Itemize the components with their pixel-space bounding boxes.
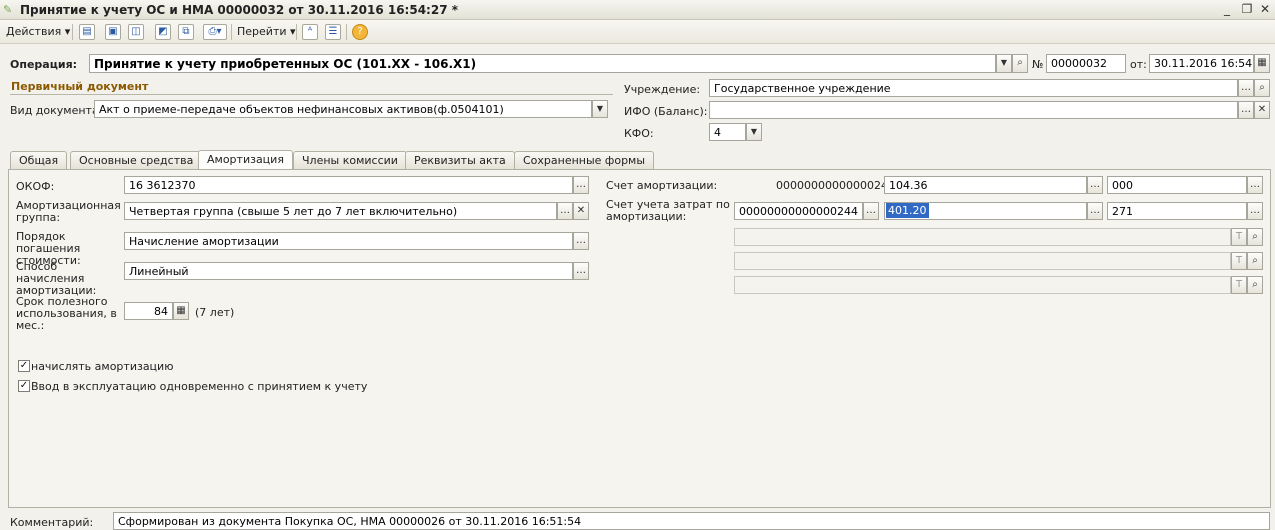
commissioning-checkbox[interactable]: ✓ bbox=[18, 380, 30, 392]
comment-label: Комментарий: bbox=[10, 516, 94, 529]
tab-depreciation[interactable]: Амортизация bbox=[198, 150, 293, 170]
cost-kosgu-field[interactable]: 271 bbox=[1107, 202, 1247, 220]
depreciation-group-label: Амортизационная группа: bbox=[16, 199, 121, 224]
toolbar-separator bbox=[231, 24, 232, 40]
tab-act-details[interactable]: Реквизиты акта bbox=[405, 151, 515, 169]
okof-field[interactable]: 16 3612370 bbox=[124, 176, 573, 194]
doc-type-field[interactable]: Акт о приеме-передаче объектов нефинансо… bbox=[94, 100, 592, 118]
tab-general[interactable]: Общая bbox=[10, 151, 68, 169]
repayment-order-select-icon[interactable]: … bbox=[573, 232, 589, 250]
useful-life-label: Срок полезного использования, в мес.: bbox=[16, 295, 117, 332]
tab-commission-members[interactable]: Члены комиссии bbox=[293, 151, 407, 169]
post-and-close-icon[interactable]: ▣ bbox=[105, 24, 121, 40]
operation-search-icon[interactable]: ⌕ bbox=[1012, 54, 1028, 73]
doc-type-label: Вид документа: bbox=[10, 104, 103, 117]
primary-document-heading: Первичный документ bbox=[11, 80, 149, 93]
institution-search-icon[interactable]: ⌕ bbox=[1254, 79, 1270, 97]
institution-field[interactable]: Государственное учреждение bbox=[709, 79, 1238, 97]
analytics-field-3 bbox=[734, 276, 1231, 294]
date-field[interactable]: 30.11.2016 16:54:27 bbox=[1149, 54, 1254, 73]
save-icon[interactable]: ◫ bbox=[128, 24, 144, 40]
method-label: Способ начисления амортизации: bbox=[16, 260, 97, 297]
number-label: № bbox=[1032, 58, 1044, 71]
window-title: Принятие к учету ОС и НМА 00000032 от 30… bbox=[20, 3, 459, 17]
help-icon[interactable]: ? bbox=[352, 24, 368, 40]
goto-menu[interactable]: Перейти ▾ bbox=[237, 25, 296, 38]
structure-icon[interactable]: ᴬ bbox=[302, 24, 318, 40]
copy-icon[interactable]: ⧉ bbox=[178, 24, 194, 40]
cost-account-value: 401.20 bbox=[886, 203, 929, 218]
kfo-dropdown-icon[interactable]: ▼ bbox=[746, 123, 762, 141]
search-icon[interactable]: ⌕ bbox=[1247, 252, 1263, 270]
method-select-icon[interactable]: … bbox=[573, 262, 589, 280]
post-icon[interactable]: ▤ bbox=[79, 24, 95, 40]
institution-label: Учреждение: bbox=[624, 83, 701, 96]
calendar-icon[interactable]: ▦ bbox=[1254, 54, 1270, 73]
method-field[interactable]: Линейный bbox=[124, 262, 573, 280]
useful-life-years: (7 лет) bbox=[195, 306, 235, 319]
analytics-field-1 bbox=[734, 228, 1231, 246]
tab-saved-forms[interactable]: Сохраненные формы bbox=[514, 151, 655, 169]
toolbar-separator bbox=[296, 24, 297, 40]
cost-code-field[interactable]: 00000000000000244 bbox=[734, 202, 863, 220]
text-mode-icon[interactable]: T bbox=[1231, 252, 1247, 270]
depreciation-group-clear-icon[interactable]: ✕ bbox=[573, 202, 589, 220]
toolbar-separator bbox=[346, 24, 347, 40]
kfo-label: КФО: bbox=[624, 127, 654, 140]
text-mode-icon[interactable]: T bbox=[1231, 228, 1247, 246]
depreciation-account-code: 00000000000000244 bbox=[776, 179, 895, 192]
tab-fixed-assets[interactable]: Основные средства bbox=[70, 151, 203, 169]
entries-icon[interactable]: ◩ bbox=[155, 24, 171, 40]
toolbar-separator bbox=[72, 24, 73, 40]
comment-field[interactable]: Сформирован из документа Покупка ОС, НМА… bbox=[113, 512, 1270, 530]
cost-kosgu-select-icon[interactable]: … bbox=[1247, 202, 1263, 220]
okof-select-icon[interactable]: … bbox=[573, 176, 589, 194]
repayment-order-field[interactable]: Начисление амортизации bbox=[124, 232, 573, 250]
ifo-select-icon[interactable]: … bbox=[1238, 101, 1254, 119]
useful-life-field[interactable]: 84 bbox=[124, 302, 173, 320]
section-divider bbox=[10, 94, 613, 95]
number-field[interactable]: 00000032 bbox=[1046, 54, 1126, 73]
depreciation-account-label: Счет амортизации: bbox=[606, 179, 718, 192]
actions-menu[interactable]: Действия ▾ bbox=[6, 25, 70, 38]
commissioning-label: Ввод в эксплуатацию одновременно с приня… bbox=[31, 380, 368, 393]
print-icon[interactable]: ⎙▾ bbox=[203, 24, 227, 40]
operation-field[interactable]: Принятие к учету приобретенных ОС (101.Х… bbox=[89, 54, 996, 73]
depreciation-group-select-icon[interactable]: … bbox=[557, 202, 573, 220]
report-icon[interactable]: ☰ bbox=[325, 24, 341, 40]
document-icon: ✎ bbox=[3, 3, 13, 16]
okof-label: ОКОФ: bbox=[16, 180, 55, 193]
analytics-field-2 bbox=[734, 252, 1231, 270]
cost-account-field[interactable]: 401.20 bbox=[884, 202, 1087, 220]
toolbar: Действия ▾ ▤ ▣ ◫ ◩ ⧉ ⎙▾ Перейти ▾ ᴬ ☰ ? bbox=[0, 20, 1275, 44]
search-icon[interactable]: ⌕ bbox=[1247, 228, 1263, 246]
operation-dropdown-icon[interactable]: ▼ bbox=[996, 54, 1012, 73]
calculator-icon[interactable]: ▦ bbox=[173, 302, 189, 320]
depreciation-group-field[interactable]: Четвертая группа (свыше 5 лет до 7 лет в… bbox=[124, 202, 557, 220]
title-bar: ✎ Принятие к учету ОС и НМА 00000032 от … bbox=[0, 0, 1275, 20]
ifo-label: ИФО (Баланс): bbox=[624, 105, 708, 118]
text-mode-icon[interactable]: T bbox=[1231, 276, 1247, 294]
operation-label: Операция: bbox=[10, 58, 78, 71]
institution-select-icon[interactable]: … bbox=[1238, 79, 1254, 97]
cost-code-select-icon[interactable]: … bbox=[863, 202, 879, 220]
depreciation-account-field[interactable]: 104.36 bbox=[884, 176, 1087, 194]
ifo-clear-icon[interactable]: ✕ bbox=[1254, 101, 1270, 119]
search-icon[interactable]: ⌕ bbox=[1247, 276, 1263, 294]
accrue-checkbox[interactable]: ✓ bbox=[18, 360, 30, 372]
doc-type-dropdown-icon[interactable]: ▼ bbox=[592, 100, 608, 118]
kfo-field[interactable]: 4 bbox=[709, 123, 746, 141]
restore-icon[interactable]: ❐ bbox=[1240, 2, 1254, 16]
minimize-icon[interactable]: _ bbox=[1220, 2, 1234, 16]
depreciation-kosgu-field[interactable]: 000 bbox=[1107, 176, 1247, 194]
cost-account-label: Счет учета затрат по амортизации: bbox=[606, 198, 730, 223]
date-label: от: bbox=[1130, 58, 1147, 71]
ifo-field[interactable] bbox=[709, 101, 1238, 119]
accrue-label: начислять амортизацию bbox=[31, 360, 174, 373]
depreciation-kosgu-select-icon[interactable]: … bbox=[1247, 176, 1263, 194]
cost-account-select-icon[interactable]: … bbox=[1087, 202, 1103, 220]
depreciation-account-select-icon[interactable]: … bbox=[1087, 176, 1103, 194]
close-icon[interactable]: ✕ bbox=[1258, 2, 1272, 16]
